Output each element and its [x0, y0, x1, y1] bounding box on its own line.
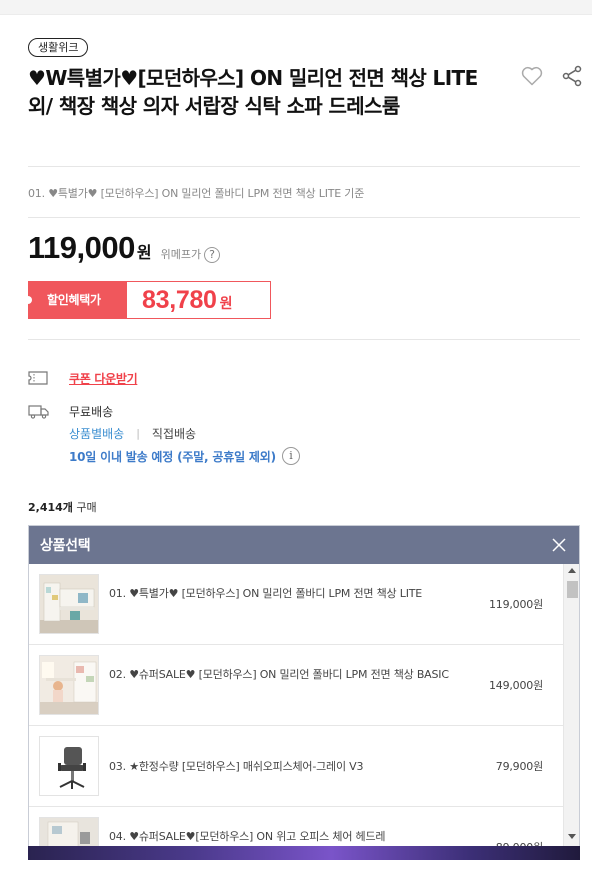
ticket-icon [28, 371, 48, 385]
option-name: 04. ♥슈퍼SALE♥[모던하우스] ON 위고 오피스 체어 헤드레 [109, 830, 386, 843]
discount-price-currency: 원 [219, 296, 233, 312]
option-summary: 01. ♥특별가♥ [모던하우스] ON 밀리언 폴바디 LPM 전면 책상 L… [28, 187, 365, 200]
scroll-up-arrow-icon[interactable] [568, 568, 576, 573]
shipping-schedule: 10일 이내 발송 예정 (주말, 공휴일 제외) i [69, 447, 300, 465]
discount-price-value: 83,780 [142, 286, 217, 314]
option-item[interactable]: 02. ♥슈퍼SALE♥ [모던하우스] ON 밀리언 폴바디 LPM 전면 책… [29, 645, 563, 726]
share-icon [562, 65, 582, 87]
product-thumbnail [39, 655, 99, 715]
help-icon[interactable]: ? [204, 247, 221, 263]
divider [28, 166, 580, 167]
shipping-type-direct: 직접배송 [151, 427, 197, 441]
option-select-panel: 상품선택 01. ♥특별가♥ [모던하우스] ON 밀리언 폴바디 LPM 전면… [28, 525, 580, 859]
brand-tag[interactable]: 생활위크 [28, 38, 89, 57]
product-title: ♥W특별가♥[모던하우스] ON 밀리언 전면 책상 LITE 외/ 책장 책상… [28, 66, 478, 118]
option-price: 119,000원 [488, 598, 543, 611]
option-list: 01. ♥특별가♥ [모던하우스] ON 밀리언 폴바디 LPM 전면 책상 L… [29, 564, 563, 858]
scrollbar-thumb[interactable] [567, 581, 578, 598]
separator: | [136, 427, 140, 440]
option-price: 79,900원 [495, 760, 543, 773]
option-name: 01. ♥특별가♥ [모던하우스] ON 밀리언 폴바디 LPM 전면 책상 L… [109, 587, 423, 600]
scrollbar[interactable] [563, 564, 579, 858]
discount-price-box: 할인혜택가 83,780 원 [24, 281, 271, 319]
option-item[interactable]: 01. ♥특별가♥ [모던하우스] ON 밀리언 폴바디 LPM 전면 책상 L… [29, 564, 563, 645]
coupon-row: 쿠폰 다운받기 [28, 369, 138, 387]
option-name: 02. ♥슈퍼SALE♥ [모던하우스] ON 밀리언 폴바디 LPM 전면 책… [109, 668, 449, 681]
product-thumbnail [39, 736, 99, 796]
scroll-down-arrow-icon[interactable] [568, 834, 576, 839]
wishlist-button[interactable] [520, 64, 544, 88]
divider [28, 217, 580, 218]
discount-label: 할인혜택가 [24, 282, 127, 318]
divider [28, 339, 580, 340]
wemef-price-label: 위메프가 [160, 248, 202, 261]
option-price: 149,000원 [488, 679, 543, 692]
price-row: 119,000 원 위메프가 ? [28, 230, 221, 270]
price-currency: 원 [136, 243, 152, 262]
purchase-count-suffix: 구매 [76, 501, 97, 514]
coupon-download-link[interactable]: 쿠폰 다운받기 [69, 370, 138, 387]
shipping-schedule-text: 10일 이내 발송 예정 (주말, 공휴일 제외) [69, 449, 276, 464]
purchase-count: 2,414개 구매 [28, 499, 97, 515]
bottom-banner[interactable] [28, 846, 580, 860]
panel-header: 상품선택 [29, 526, 579, 564]
truck-icon [28, 405, 49, 419]
heart-icon [521, 66, 543, 86]
share-button[interactable] [561, 64, 583, 88]
top-bar [0, 0, 592, 15]
panel-title: 상품선택 [40, 538, 91, 554]
purchase-count-value: 2,414개 [28, 501, 73, 514]
close-icon[interactable] [551, 537, 567, 553]
option-item[interactable]: 03. ★한정수량 [모던하우스] 매쉬오피스체어-그레이 V3 79,900원 [29, 726, 563, 807]
product-thumbnail [39, 574, 99, 634]
regular-price: 119,000 [28, 230, 135, 265]
shipping-fee: 무료배송 [69, 405, 114, 419]
discount-price: 83,780 원 [127, 282, 270, 318]
shipping-type-per-item[interactable]: 상품별배송 [69, 425, 124, 442]
info-icon[interactable]: i [281, 447, 300, 465]
shipping-type-row: 상품별배송 | 직접배송 [69, 425, 196, 442]
option-name: 03. ★한정수량 [모던하우스] 매쉬오피스체어-그레이 V3 [109, 760, 364, 773]
